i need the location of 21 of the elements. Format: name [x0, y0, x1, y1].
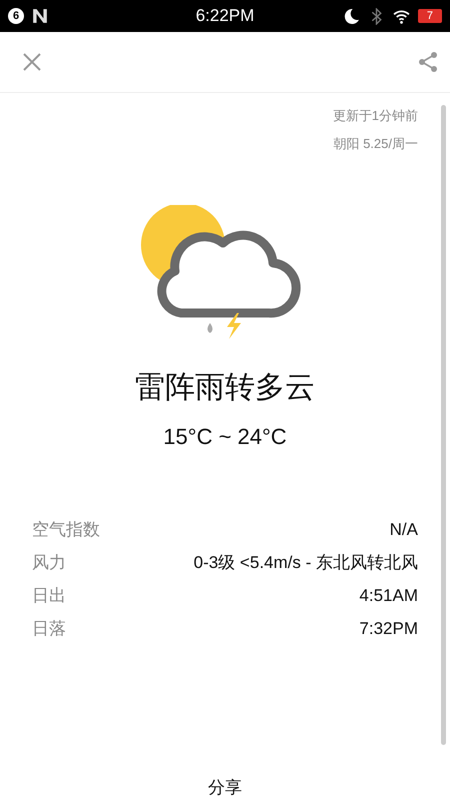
share-icon: [418, 51, 438, 73]
weather-condition: 雷阵雨转多云: [134, 370, 316, 406]
close-icon: [22, 52, 42, 72]
share-link[interactable]: 分享: [208, 776, 242, 800]
n-logo-icon: [32, 8, 48, 24]
detail-label: 日落: [32, 618, 66, 640]
update-time: 更新于1分钟前: [332, 107, 418, 125]
detail-label: 空气指数: [32, 519, 100, 541]
battery-icon: 7: [418, 9, 442, 23]
wifi-icon: [392, 8, 410, 24]
detail-value: N/A: [390, 520, 418, 540]
notification-badge: 6: [8, 8, 24, 24]
location-date: 朝阳 5.25/周一: [333, 135, 418, 153]
temperature-range: 15°C ~ 24°C: [162, 424, 288, 450]
status-time: 6:22PM: [196, 6, 254, 26]
detail-label: 风力: [32, 552, 66, 574]
moon-icon: [342, 8, 360, 24]
detail-label: 日出: [32, 585, 66, 607]
detail-value: 0-3级 <5.4m/s - 东北风转北风: [194, 552, 418, 574]
detail-value: 4:51AM: [359, 586, 418, 606]
detail-value: 7:32PM: [359, 619, 418, 639]
